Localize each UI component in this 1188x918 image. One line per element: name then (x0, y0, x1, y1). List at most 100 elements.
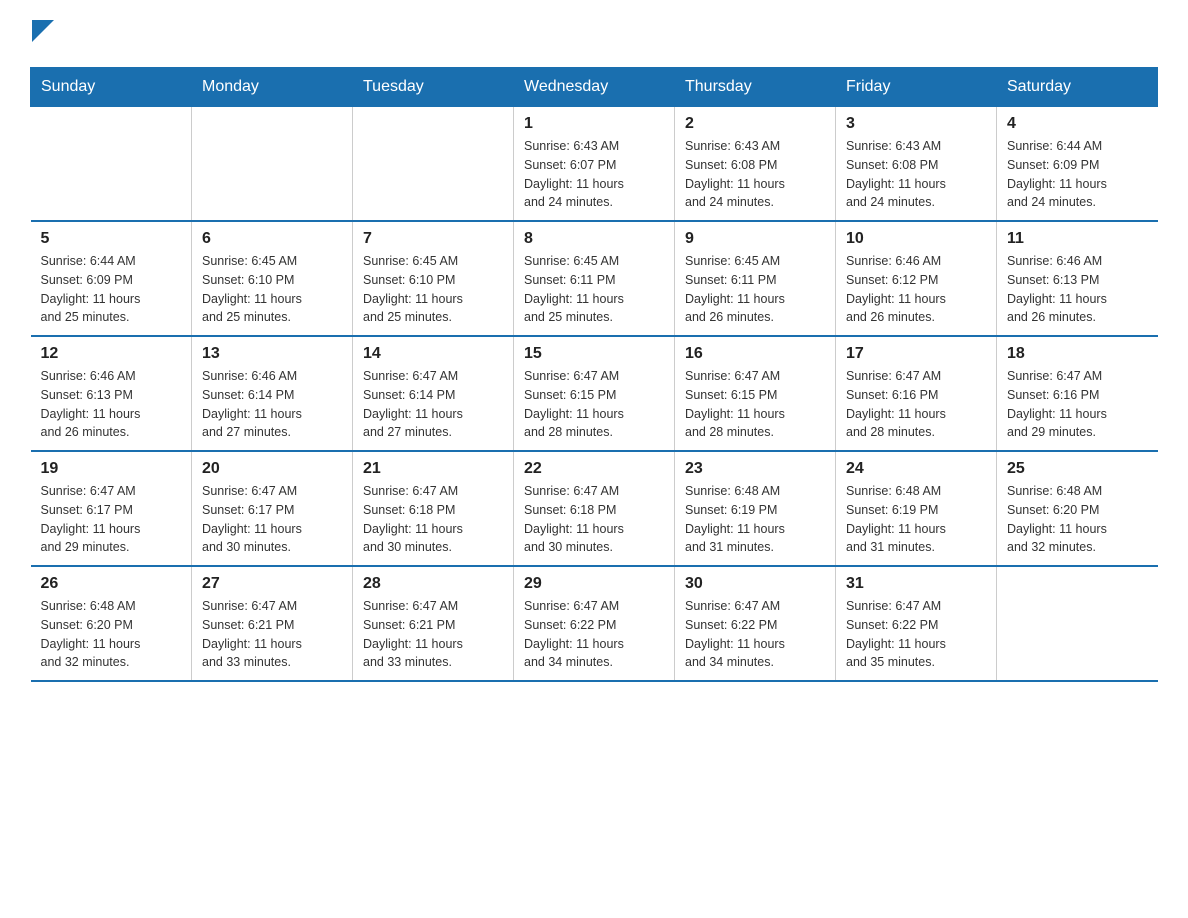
header-cell-wednesday: Wednesday (514, 68, 675, 107)
day-number: 17 (846, 345, 986, 363)
page-header (30, 20, 1158, 47)
day-cell: 4 Sunrise: 6:44 AMSunset: 6:09 PMDaylight… (997, 107, 1158, 222)
day-cell: 5Sunrise: 6:44 AMSunset: 6:09 PMDaylight… (31, 221, 192, 336)
day-info: Sunrise: 6:46 AMSunset: 6:14 PMDaylight:… (202, 367, 342, 442)
day-number: 3 (846, 115, 986, 133)
day-info: Sunrise: 6:47 AMSunset: 6:22 PMDaylight:… (524, 597, 664, 672)
day-cell: 14 Sunrise: 6:47 AMSunset: 6:14 PMDayligh… (353, 336, 514, 451)
day-cell: 13Sunrise: 6:46 AMSunset: 6:14 PMDayligh… (192, 336, 353, 451)
day-info: Sunrise: 6:45 AMSunset: 6:10 PMDaylight:… (202, 252, 342, 327)
day-cell: 31Sunrise: 6:47 AMSunset: 6:22 PMDayligh… (836, 566, 997, 681)
week-row-4: 19 Sunrise: 6:47 AMSunset: 6:17 PMDayligh… (31, 451, 1158, 566)
day-number: 19 (41, 460, 182, 478)
day-number: 4 (1007, 115, 1148, 133)
day-cell: 8 Sunrise: 6:45 AMSunset: 6:11 PMDaylight… (514, 221, 675, 336)
day-info: Sunrise: 6:47 AMSunset: 6:16 PMDaylight:… (1007, 367, 1148, 442)
day-number: 6 (202, 230, 342, 248)
day-info: Sunrise: 6:46 AMSunset: 6:13 PMDaylight:… (41, 367, 182, 442)
day-info: Sunrise: 6:43 AMSunset: 6:07 PMDaylight:… (524, 137, 664, 212)
day-info: Sunrise: 6:47 AMSunset: 6:17 PMDaylight:… (202, 482, 342, 557)
day-cell (192, 107, 353, 222)
day-cell (353, 107, 514, 222)
day-info: Sunrise: 6:47 AMSunset: 6:17 PMDaylight:… (41, 482, 182, 557)
day-cell: 27Sunrise: 6:47 AMSunset: 6:21 PMDayligh… (192, 566, 353, 681)
day-info: Sunrise: 6:47 AMSunset: 6:14 PMDaylight:… (363, 367, 503, 442)
calendar-body: 1 Sunrise: 6:43 AMSunset: 6:07 PMDaylight… (31, 107, 1158, 682)
day-number: 18 (1007, 345, 1148, 363)
day-cell: 1 Sunrise: 6:43 AMSunset: 6:07 PMDaylight… (514, 107, 675, 222)
day-cell: 22 Sunrise: 6:47 AMSunset: 6:18 PMDayligh… (514, 451, 675, 566)
day-info: Sunrise: 6:43 AMSunset: 6:08 PMDaylight:… (846, 137, 986, 212)
day-info: Sunrise: 6:47 AMSunset: 6:21 PMDaylight:… (363, 597, 503, 672)
day-cell: 6 Sunrise: 6:45 AMSunset: 6:10 PMDaylight… (192, 221, 353, 336)
day-number: 14 (363, 345, 503, 363)
day-info: Sunrise: 6:48 AMSunset: 6:19 PMDaylight:… (846, 482, 986, 557)
day-info: Sunrise: 6:48 AMSunset: 6:19 PMDaylight:… (685, 482, 825, 557)
day-info: Sunrise: 6:44 AMSunset: 6:09 PMDaylight:… (1007, 137, 1148, 212)
day-info: Sunrise: 6:47 AMSunset: 6:15 PMDaylight:… (524, 367, 664, 442)
day-number: 27 (202, 575, 342, 593)
header-cell-friday: Friday (836, 68, 997, 107)
day-number: 25 (1007, 460, 1148, 478)
day-info: Sunrise: 6:47 AMSunset: 6:22 PMDaylight:… (685, 597, 825, 672)
day-number: 7 (363, 230, 503, 248)
day-number: 1 (524, 115, 664, 133)
day-cell: 3 Sunrise: 6:43 AMSunset: 6:08 PMDaylight… (836, 107, 997, 222)
day-number: 30 (685, 575, 825, 593)
day-number: 12 (41, 345, 182, 363)
day-number: 9 (685, 230, 825, 248)
day-cell: 11 Sunrise: 6:46 AMSunset: 6:13 PMDayligh… (997, 221, 1158, 336)
day-info: Sunrise: 6:47 AMSunset: 6:16 PMDaylight:… (846, 367, 986, 442)
day-info: Sunrise: 6:47 AMSunset: 6:18 PMDaylight:… (524, 482, 664, 557)
day-info: Sunrise: 6:48 AMSunset: 6:20 PMDaylight:… (41, 597, 182, 672)
day-number: 15 (524, 345, 664, 363)
day-number: 21 (363, 460, 503, 478)
day-cell: 19 Sunrise: 6:47 AMSunset: 6:17 PMDayligh… (31, 451, 192, 566)
logo-arrow-icon (32, 20, 54, 42)
day-cell: 23Sunrise: 6:48 AMSunset: 6:19 PMDayligh… (675, 451, 836, 566)
calendar-table: SundayMondayTuesdayWednesdayThursdayFrid… (30, 67, 1158, 682)
day-cell (31, 107, 192, 222)
header-cell-saturday: Saturday (997, 68, 1158, 107)
day-cell: 9 Sunrise: 6:45 AMSunset: 6:11 PMDaylight… (675, 221, 836, 336)
day-cell: 30 Sunrise: 6:47 AMSunset: 6:22 PMDayligh… (675, 566, 836, 681)
day-cell: 10Sunrise: 6:46 AMSunset: 6:12 PMDayligh… (836, 221, 997, 336)
day-info: Sunrise: 6:45 AMSunset: 6:11 PMDaylight:… (524, 252, 664, 327)
day-info: Sunrise: 6:46 AMSunset: 6:13 PMDaylight:… (1007, 252, 1148, 327)
day-cell: 28 Sunrise: 6:47 AMSunset: 6:21 PMDayligh… (353, 566, 514, 681)
day-number: 29 (524, 575, 664, 593)
day-cell: 25 Sunrise: 6:48 AMSunset: 6:20 PMDayligh… (997, 451, 1158, 566)
day-info: Sunrise: 6:48 AMSunset: 6:20 PMDaylight:… (1007, 482, 1148, 557)
day-info: Sunrise: 6:45 AMSunset: 6:10 PMDaylight:… (363, 252, 503, 327)
day-number: 31 (846, 575, 986, 593)
calendar-header: SundayMondayTuesdayWednesdayThursdayFrid… (31, 68, 1158, 107)
day-number: 8 (524, 230, 664, 248)
day-cell: 29 Sunrise: 6:47 AMSunset: 6:22 PMDayligh… (514, 566, 675, 681)
day-number: 11 (1007, 230, 1148, 248)
header-cell-thursday: Thursday (675, 68, 836, 107)
day-number: 2 (685, 115, 825, 133)
day-cell: 24 Sunrise: 6:48 AMSunset: 6:19 PMDayligh… (836, 451, 997, 566)
week-row-1: 1 Sunrise: 6:43 AMSunset: 6:07 PMDaylight… (31, 107, 1158, 222)
day-cell: 20 Sunrise: 6:47 AMSunset: 6:17 PMDayligh… (192, 451, 353, 566)
day-info: Sunrise: 6:43 AMSunset: 6:08 PMDaylight:… (685, 137, 825, 212)
day-number: 10 (846, 230, 986, 248)
day-cell: 16Sunrise: 6:47 AMSunset: 6:15 PMDayligh… (675, 336, 836, 451)
day-info: Sunrise: 6:45 AMSunset: 6:11 PMDaylight:… (685, 252, 825, 327)
day-cell: 18 Sunrise: 6:47 AMSunset: 6:16 PMDayligh… (997, 336, 1158, 451)
header-row: SundayMondayTuesdayWednesdayThursdayFrid… (31, 68, 1158, 107)
day-cell: 12 Sunrise: 6:46 AMSunset: 6:13 PMDayligh… (31, 336, 192, 451)
day-number: 16 (685, 345, 825, 363)
day-cell: 21 Sunrise: 6:47 AMSunset: 6:18 PMDayligh… (353, 451, 514, 566)
day-number: 20 (202, 460, 342, 478)
week-row-2: 5Sunrise: 6:44 AMSunset: 6:09 PMDaylight… (31, 221, 1158, 336)
day-cell: 7 Sunrise: 6:45 AMSunset: 6:10 PMDaylight… (353, 221, 514, 336)
header-cell-tuesday: Tuesday (353, 68, 514, 107)
day-number: 24 (846, 460, 986, 478)
day-number: 28 (363, 575, 503, 593)
day-cell: 17 Sunrise: 6:47 AMSunset: 6:16 PMDayligh… (836, 336, 997, 451)
day-cell: 15 Sunrise: 6:47 AMSunset: 6:15 PMDayligh… (514, 336, 675, 451)
day-number: 22 (524, 460, 664, 478)
logo (30, 20, 54, 47)
day-info: Sunrise: 6:47 AMSunset: 6:18 PMDaylight:… (363, 482, 503, 557)
